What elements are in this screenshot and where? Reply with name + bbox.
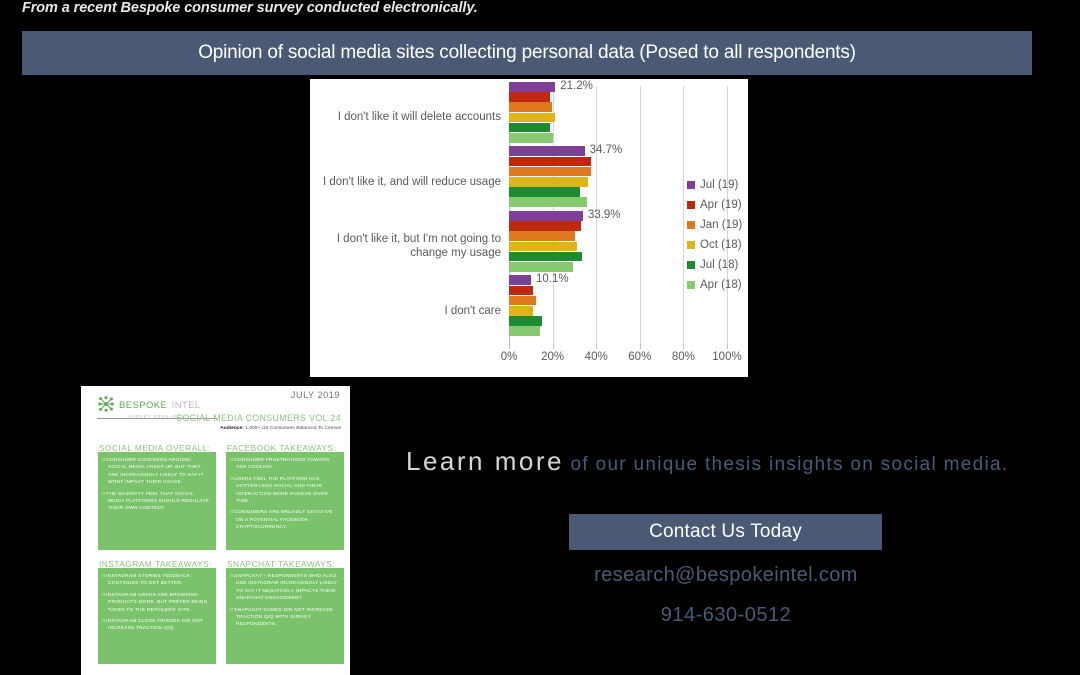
chart-x-tick-label: 60% — [628, 351, 652, 363]
page-title: Opinion of social media sites collecting… — [198, 42, 856, 63]
bar-data-label: 33.9% — [587, 208, 621, 221]
legend-item-oct18[interactable]: Oct (18) — [687, 235, 753, 255]
bar-data-label: 21.2% — [560, 79, 593, 92]
chart-tick-mark — [596, 344, 598, 349]
bar-apr18-3 — [509, 326, 540, 337]
legend-label: Jul (19) — [700, 179, 739, 191]
legend-swatch-icon — [687, 281, 695, 289]
legend-label: Apr (18) — [700, 279, 742, 291]
bar-apr19-2 — [509, 221, 581, 231]
bar-data-label: 34.7% — [589, 144, 623, 157]
bar-jul19-0 — [509, 81, 556, 92]
legend-swatch-icon — [687, 261, 695, 269]
legend-label: Apr (19) — [700, 199, 742, 211]
bar-jan19-0 — [509, 102, 553, 112]
bar-apr19-3 — [509, 285, 534, 296]
contact-us-button[interactable]: Contact Us Today — [569, 514, 882, 550]
bar-jul18-0 — [509, 122, 551, 133]
bar-apr18-1 — [509, 197, 587, 208]
bar-jan19-1 — [509, 166, 591, 177]
chart-tick-mark — [727, 344, 728, 349]
chart-tick-mark — [509, 344, 510, 349]
legend-label: Jan (19) — [700, 219, 743, 231]
logo-secondary: INTEL — [171, 400, 201, 411]
card-bullet: USERS FEEL THE PLATFORM HAS GOTTEN LESS … — [230, 476, 339, 506]
chart-x-tick-label: 0% — [500, 351, 518, 363]
chart-gridline — [639, 86, 641, 344]
legend-label: Oct (18) — [700, 239, 742, 251]
bar-jan19-3 — [509, 295, 537, 306]
card-bullet: CONSUMER CONCERNS AROUND SOCIAL MEDIA CR… — [102, 457, 211, 487]
logo-primary: BESPOKE — [119, 400, 168, 411]
legend-label: Jul (18) — [700, 259, 739, 271]
card-volume-title: SOCIAL MEDIA CONSUMERS VOL 24 — [176, 413, 341, 423]
chart-category-label: I don't care — [444, 304, 501, 317]
card-audience: Audience: 1,000+ US Consumers Balanced T… — [191, 425, 341, 432]
bar-oct18-1 — [509, 177, 589, 187]
contact-us-button-label: Contact Us Today — [649, 521, 802, 542]
legend-item-jul19[interactable]: Jul (19) — [687, 175, 753, 195]
bar-apr18-2 — [509, 261, 574, 272]
bar-jul19-1 — [509, 146, 585, 157]
card-bullet: CONSUMERS ARE BROADLY NEGATIVE ON A POTE… — [230, 509, 339, 531]
card-bullet: INSTAGRAM USERS ARE BROWSING PRODUCTS MO… — [102, 592, 211, 614]
chart-x-tick-label: 80% — [671, 351, 695, 363]
bar-apr19-1 — [509, 156, 591, 167]
legend-swatch-icon — [687, 201, 695, 209]
card-bullet: CONSUMER FRUSTRATIONS TOWARD ADS COOLING… — [230, 457, 339, 472]
bar-oct18-2 — [509, 241, 578, 252]
chart-x-tick-label: 20% — [541, 351, 565, 363]
card-bullet: INSTAGRAM CLOSE FRIENDS DID NOT INCREASE… — [102, 618, 211, 633]
bar-jul18-2 — [509, 251, 582, 262]
bar-jul19-2 — [509, 210, 583, 221]
bar-jul18-3 — [509, 316, 543, 326]
bar-data-label: 10.1% — [536, 273, 569, 286]
legend-swatch-icon — [687, 221, 695, 229]
card-section-box: INSTAGRAM STORIES FEEDBACK CONTINUES TO … — [98, 568, 216, 664]
chart-x-tick-label: 40% — [584, 351, 608, 363]
card-bullet: THE MAJORITY FEEL THAT SOCIAL MEDIA PLAT… — [102, 491, 211, 513]
legend-item-jul18[interactable]: Jul (18) — [687, 255, 753, 275]
bar-oct18-3 — [509, 306, 533, 316]
chart-category-label: I don't like it, and will reduce usage — [323, 175, 501, 188]
card-bullet: INSTAGRAM STORIES FEEDBACK CONTINUES TO … — [102, 573, 211, 588]
bespoke-logo-icon — [98, 396, 114, 412]
bar-apr19-0 — [509, 92, 551, 102]
card-date: JULY 2019 — [290, 390, 340, 400]
bar-apr18-0 — [509, 132, 554, 143]
bar-chart: 21.2% 34.7% 33.9% 10.1% Jul (19) Apr (19) Jan… — [310, 79, 748, 377]
chart-tick-mark — [552, 344, 554, 349]
card-audience-label: Audience: — [220, 426, 244, 431]
learn-more-rest: of our unique thesis insights on social … — [563, 454, 1009, 475]
legend-swatch-icon — [687, 241, 695, 249]
card-audience-text: 1,000+ US Consumers Balanced To Census — [245, 426, 341, 431]
legend-item-apr19[interactable]: Apr (19) — [687, 195, 753, 215]
learn-more-headline: Learn more of our unique thesis insights… — [406, 446, 1031, 480]
bar-oct18-0 — [509, 112, 556, 123]
chart-category-label: I don't like it will delete accounts — [337, 111, 501, 124]
learn-more-strong: Learn more — [406, 446, 564, 476]
legend-item-apr18[interactable]: Apr (18) — [687, 275, 753, 295]
survey-source-caption: From a recent Bespoke consumer survey co… — [22, 0, 478, 16]
bar-jan19-2 — [509, 231, 576, 241]
card-bullet: SNAPCHAT GAMES DID NOT INCREASE TRACTION… — [230, 607, 339, 629]
report-preview-card[interactable]: BESPOKE INTEL SURVEY RESEARCH JULY 2019 … — [81, 386, 350, 675]
chart-legend: Jul (19) Apr (19) Jan (19) Oct (18) Jul (18)… — [687, 175, 753, 295]
card-section-box: CONSUMER FRUSTRATIONS TOWARD ADS COOLING… — [226, 452, 344, 550]
chart-tick-mark — [639, 344, 641, 349]
chart-gridline — [683, 86, 685, 344]
legend-item-jan19[interactable]: Jan (19) — [687, 215, 753, 235]
legend-swatch-icon — [687, 181, 695, 189]
contact-phone[interactable]: 914-630-0512 — [406, 604, 1046, 627]
card-section-box: CONSUMER CONCERNS AROUND SOCIAL MEDIA CR… — [98, 452, 216, 550]
card-section-box: SNAPCHAT – RESPONDENTS WHO ALSO USE INST… — [226, 568, 344, 664]
chart-x-tick-label: 100% — [712, 351, 742, 363]
chart-title-banner: Opinion of social media sites collecting… — [22, 31, 1032, 75]
bar-jul18-1 — [509, 187, 581, 197]
card-bullet: SNAPCHAT – RESPONDENTS WHO ALSO USE INST… — [230, 573, 339, 603]
bar-jul19-3 — [509, 275, 532, 286]
contact-email[interactable]: research@bespokeintel.com — [406, 564, 1046, 587]
chart-category-label: I don't like it, but I'm not going to ch… — [336, 233, 501, 260]
chart-tick-mark — [683, 344, 685, 349]
